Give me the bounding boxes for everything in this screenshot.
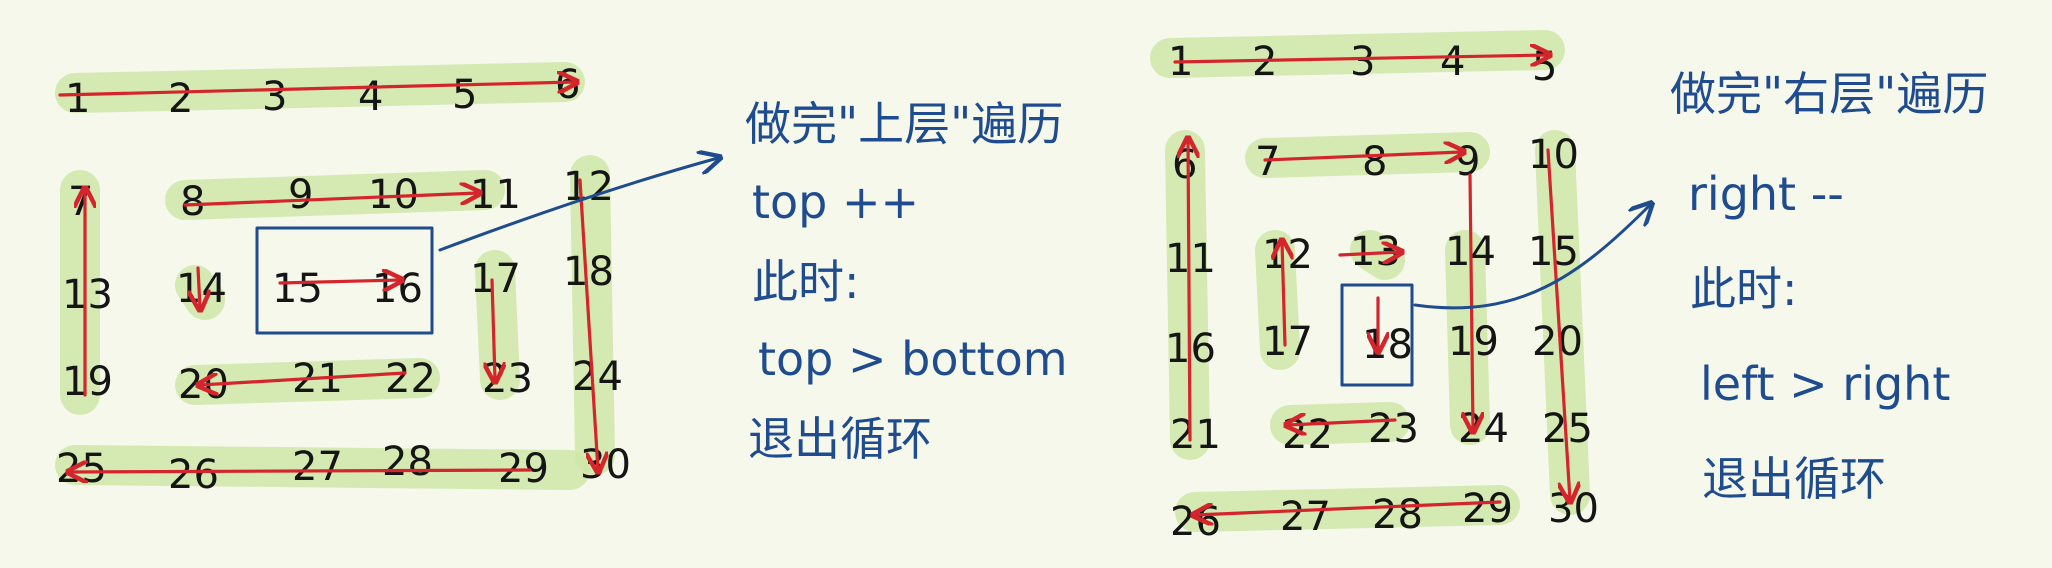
left-note-line-1: 做完"上层"遍历: [745, 97, 1063, 151]
right-num-5: 5: [1532, 44, 1557, 90]
right-num-30: 30: [1548, 486, 1599, 532]
right-num-17: 17: [1262, 319, 1313, 365]
left-note-line-2: top ++: [752, 175, 919, 229]
left-num-22: 22: [385, 356, 436, 402]
right-num-3: 3: [1350, 39, 1375, 85]
right-note-line-4: left > right: [1700, 357, 1950, 411]
right-num-12: 12: [1262, 232, 1313, 278]
arrow-row-29-to-25: [70, 470, 532, 472]
left-num-30: 30: [580, 442, 631, 488]
right-num-18: 18: [1362, 322, 1413, 368]
left-num-6: 6: [555, 62, 580, 108]
right-num-10: 10: [1528, 132, 1579, 178]
right-num-9: 9: [1455, 139, 1480, 185]
right-num-22: 22: [1282, 412, 1333, 458]
right-note-line-3: 此时:: [1690, 262, 1798, 316]
left-panel: 1 2 3 4 5 6 7 8 9 10 11 12 13 14 15 16 1…: [55, 62, 1068, 498]
left-num-1: 1: [65, 76, 90, 122]
left-num-23: 23: [482, 356, 533, 402]
right-panel: 1 2 3 4 5 6 7 8 9 10 11 12 13 14 15 16 1…: [1150, 30, 1988, 545]
left-num-8: 8: [180, 179, 205, 225]
left-note-line-4: top > bottom: [758, 332, 1068, 386]
right-note-line-1: 做完"右层"遍历: [1670, 67, 1988, 121]
left-num-18: 18: [563, 249, 614, 295]
right-note-line-2: right --: [1688, 167, 1844, 221]
right-num-29: 29: [1462, 486, 1513, 532]
left-num-25: 25: [56, 446, 107, 492]
left-num-5: 5: [452, 72, 477, 118]
left-num-19: 19: [62, 359, 113, 405]
right-num-21: 21: [1170, 412, 1221, 458]
right-num-23: 23: [1368, 406, 1419, 452]
right-note: 做完"右层"遍历 right -- 此时: left > right 退出循环: [1670, 67, 1988, 506]
left-num-28: 28: [382, 439, 433, 485]
right-num-7: 7: [1255, 139, 1280, 185]
left-note: 做完"上层"遍历 top ++ 此时: top > bottom 退出循环: [745, 97, 1068, 466]
left-num-15: 15: [272, 266, 323, 312]
right-note-line-5: 退出循环: [1702, 452, 1886, 506]
arrow-col-21-to-6: [1188, 140, 1190, 442]
right-num-27: 27: [1280, 494, 1331, 540]
arrow-col-14: [198, 266, 200, 308]
left-num-2: 2: [168, 76, 193, 122]
right-num-4: 4: [1440, 39, 1465, 85]
left-num-7: 7: [68, 179, 93, 225]
right-num-26: 26: [1170, 499, 1221, 545]
left-num-3: 3: [262, 74, 287, 120]
right-num-28: 28: [1372, 492, 1423, 538]
left-num-11: 11: [470, 172, 521, 218]
left-num-26: 26: [168, 452, 219, 498]
right-num-6: 6: [1172, 142, 1197, 188]
right-num-8: 8: [1362, 139, 1387, 185]
right-num-24: 24: [1458, 406, 1509, 452]
left-num-17: 17: [470, 256, 521, 302]
left-num-24: 24: [572, 354, 623, 400]
left-num-13: 13: [62, 272, 113, 318]
right-num-20: 20: [1532, 319, 1583, 365]
left-num-9: 9: [288, 172, 313, 218]
left-num-16: 16: [372, 266, 423, 312]
left-note-line-3: 此时:: [752, 255, 860, 309]
left-num-27: 27: [292, 444, 343, 490]
left-num-4: 4: [358, 74, 383, 120]
spiral-traversal-diagram: 1 2 3 4 5 6 7 8 9 10 11 12 13 14 15 16 1…: [55, 30, 1988, 545]
left-note-line-5: 退出循环: [748, 412, 932, 466]
